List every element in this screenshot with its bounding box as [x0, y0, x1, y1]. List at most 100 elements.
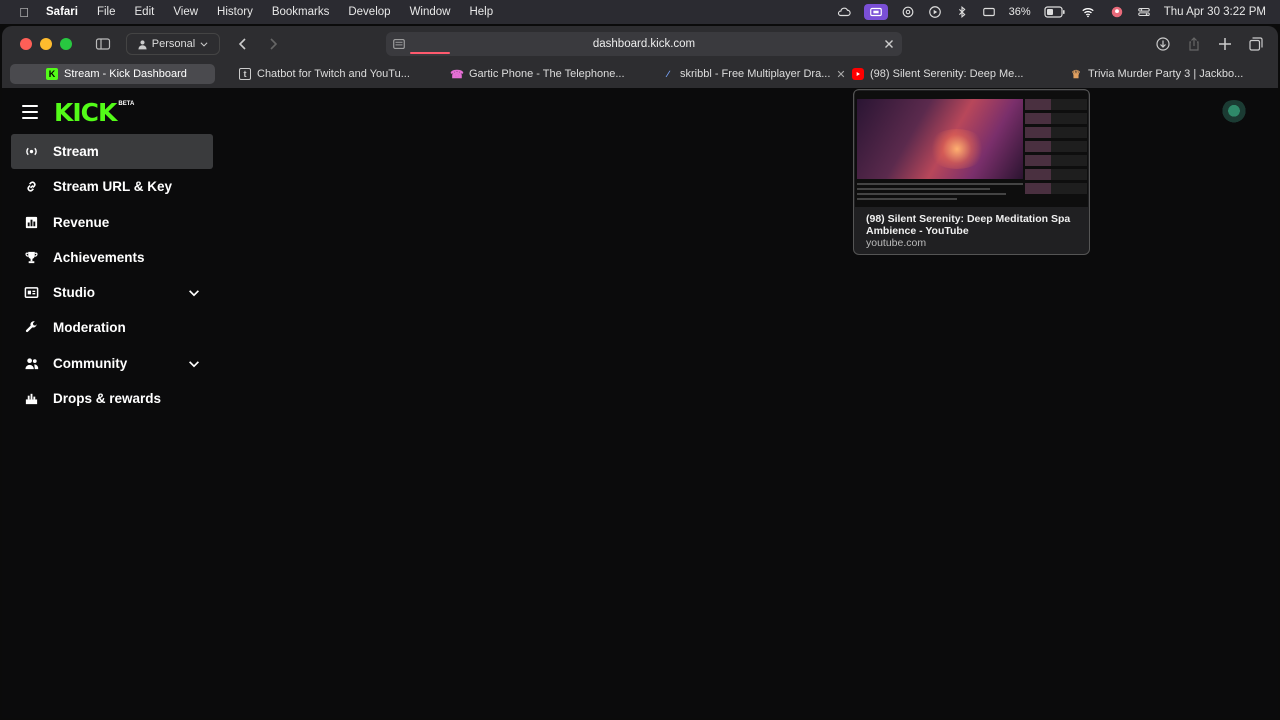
battery-icon[interactable] [1044, 5, 1066, 19]
menu-help[interactable]: Help [469, 6, 493, 18]
tab-title: Stream - Kick Dashboard [64, 68, 187, 80]
wifi-icon[interactable] [1079, 5, 1097, 19]
screen-record-icon[interactable] [863, 4, 888, 20]
bluetooth-icon[interactable] [955, 5, 969, 19]
dashboard-sidebar: Stream Stream URL & Key Revenue Achievem… [11, 134, 213, 416]
chatbot-favicon-icon: t [239, 68, 251, 80]
people-icon [23, 355, 39, 371]
pencil-favicon-icon: ∕ [667, 69, 669, 79]
menu-bookmarks[interactable]: Bookmarks [272, 6, 330, 18]
tab-skribbl[interactable]: ∕ skribbl - Free Multiplayer Dra... ✕ [638, 64, 848, 84]
person-icon [138, 39, 147, 49]
sidebar-item-label: Moderation [53, 320, 126, 336]
stream-icon [23, 144, 39, 160]
tab-gartic-phone[interactable]: ☎ Gartic Phone - The Telephone... [427, 64, 638, 84]
beta-badge: BETA [118, 101, 135, 107]
sidebar-toggle-icon[interactable] [90, 33, 116, 55]
tab-hover-preview[interactable]: (98) Silent Serenity: Deep Meditation Sp… [853, 89, 1090, 255]
menu-view[interactable]: View [173, 6, 198, 18]
openai-icon[interactable] [901, 5, 915, 19]
sidebar-item-moderation[interactable]: Moderation [11, 310, 213, 345]
preview-domain: youtube.com [866, 237, 927, 249]
apple-menu-icon[interactable]:  [16, 5, 32, 20]
sidebar-item-label: Achievements [53, 249, 145, 265]
user-avatar-icon[interactable] [1110, 5, 1124, 19]
menu-file[interactable]: File [97, 6, 116, 18]
tab-bar: K Stream - Kick Dashboard t Chatbot for … [10, 64, 1272, 84]
chevron-down-icon[interactable] [187, 286, 201, 300]
maximize-window-button[interactable] [60, 38, 72, 50]
sidebar-item-stream-url-key[interactable]: Stream URL & Key [11, 169, 213, 204]
sidebar-item-label: Studio [53, 285, 95, 301]
close-window-button[interactable] [20, 38, 32, 50]
back-button[interactable] [230, 33, 256, 55]
wrench-icon [23, 320, 39, 336]
link-icon [23, 179, 39, 195]
display-icon[interactable] [982, 5, 996, 19]
sidebar-item-revenue[interactable]: Revenue [11, 205, 213, 240]
tab-title: Trivia Murder Party 3 | Jackbo... [1088, 68, 1244, 80]
page-menu-icon[interactable] [392, 37, 406, 51]
preview-thumbnail [855, 91, 1088, 207]
new-tab-icon[interactable] [1214, 33, 1236, 55]
menu-window[interactable]: Window [410, 6, 451, 18]
stop-loading-icon[interactable] [882, 37, 896, 51]
menu-develop[interactable]: Develop [348, 6, 390, 18]
description-thumbnail [857, 183, 1023, 203]
sidebar-item-label: Stream [53, 144, 99, 159]
menu-history[interactable]: History [217, 6, 253, 18]
jackbox-favicon-icon: ♛ [1071, 68, 1081, 81]
tab-youtube[interactable]: (98) Silent Serenity: Deep Me... [848, 64, 1060, 84]
close-tab-icon[interactable]: ✕ [836, 68, 845, 81]
tab-chatbot[interactable]: t Chatbot for Twitch and YouTu... [215, 64, 427, 84]
sidebar-item-drops-rewards[interactable]: Drops & rewards [11, 381, 213, 416]
trophy-icon [23, 249, 39, 265]
minimize-window-button[interactable] [40, 38, 52, 50]
sidebar-item-label: Stream URL & Key [53, 179, 173, 195]
tab-overview-icon[interactable] [1245, 33, 1267, 55]
hamburger-menu-icon[interactable] [22, 105, 38, 119]
phone-favicon-icon: ☎ [450, 68, 464, 81]
tab-title: skribbl - Free Multiplayer Dra... [680, 68, 831, 80]
clock[interactable]: Thu Apr 30 3:22 PM [1164, 6, 1266, 18]
cloud-icon[interactable] [837, 5, 851, 19]
address-bar[interactable]: dashboard.kick.com [386, 32, 902, 56]
sidebar-item-label: Community [53, 355, 128, 371]
kick-favicon-icon: K [46, 68, 59, 80]
tab-title: Gartic Phone - The Telephone... [469, 68, 625, 80]
gift-icon [23, 391, 39, 407]
tab-title: (98) Silent Serenity: Deep Me... [870, 68, 1024, 80]
video-thumbnail [857, 99, 1023, 179]
forward-button[interactable] [260, 33, 286, 55]
url-text[interactable]: dashboard.kick.com [593, 38, 695, 50]
sidebar-item-stream[interactable]: Stream [11, 134, 213, 169]
preview-title: (98) Silent Serenity: Deep Meditation Sp… [866, 213, 1071, 237]
studio-icon [23, 285, 39, 301]
sidebar-item-community[interactable]: Community [11, 346, 213, 381]
tab-kick-dashboard[interactable]: K Stream - Kick Dashboard [10, 64, 215, 84]
youtube-favicon-icon [852, 68, 864, 80]
menu-app-safari[interactable]: Safari [46, 6, 78, 18]
safari-toolbar: Personal dashboard.kick.com K Stream - K… [2, 26, 1278, 88]
tab-jackbox[interactable]: ♛ Trivia Murder Party 3 | Jackbo... [1060, 64, 1272, 84]
status-area: 36% Thu Apr 30 3:22 PM [837, 0, 1266, 24]
menu-edit[interactable]: Edit [135, 6, 155, 18]
downloads-icon[interactable] [1152, 33, 1174, 55]
play-icon[interactable] [928, 5, 942, 19]
user-avatar[interactable] [1220, 100, 1248, 124]
tab-title: Chatbot for Twitch and YouTu... [257, 68, 410, 80]
control-center-icon[interactable] [1137, 5, 1151, 19]
profile-button[interactable]: Personal [126, 33, 220, 55]
share-icon[interactable] [1183, 33, 1205, 55]
sidebar-item-achievements[interactable]: Achievements [11, 240, 213, 275]
sidebar-item-label: Revenue [53, 214, 110, 230]
sidebar-item-studio[interactable]: Studio [11, 275, 213, 310]
chevron-down-icon[interactable] [187, 357, 201, 371]
kick-wordmark: KICK [54, 98, 117, 127]
macos-menu-bar:  Safari File Edit View History Bookmark… [0, 0, 1280, 24]
window-controls [20, 38, 72, 50]
loading-progress-bar [410, 52, 450, 54]
kick-logo[interactable]: KICK BETA [54, 99, 134, 127]
related-videos-thumbnail [1025, 99, 1087, 207]
chevron-down-icon [200, 42, 208, 47]
